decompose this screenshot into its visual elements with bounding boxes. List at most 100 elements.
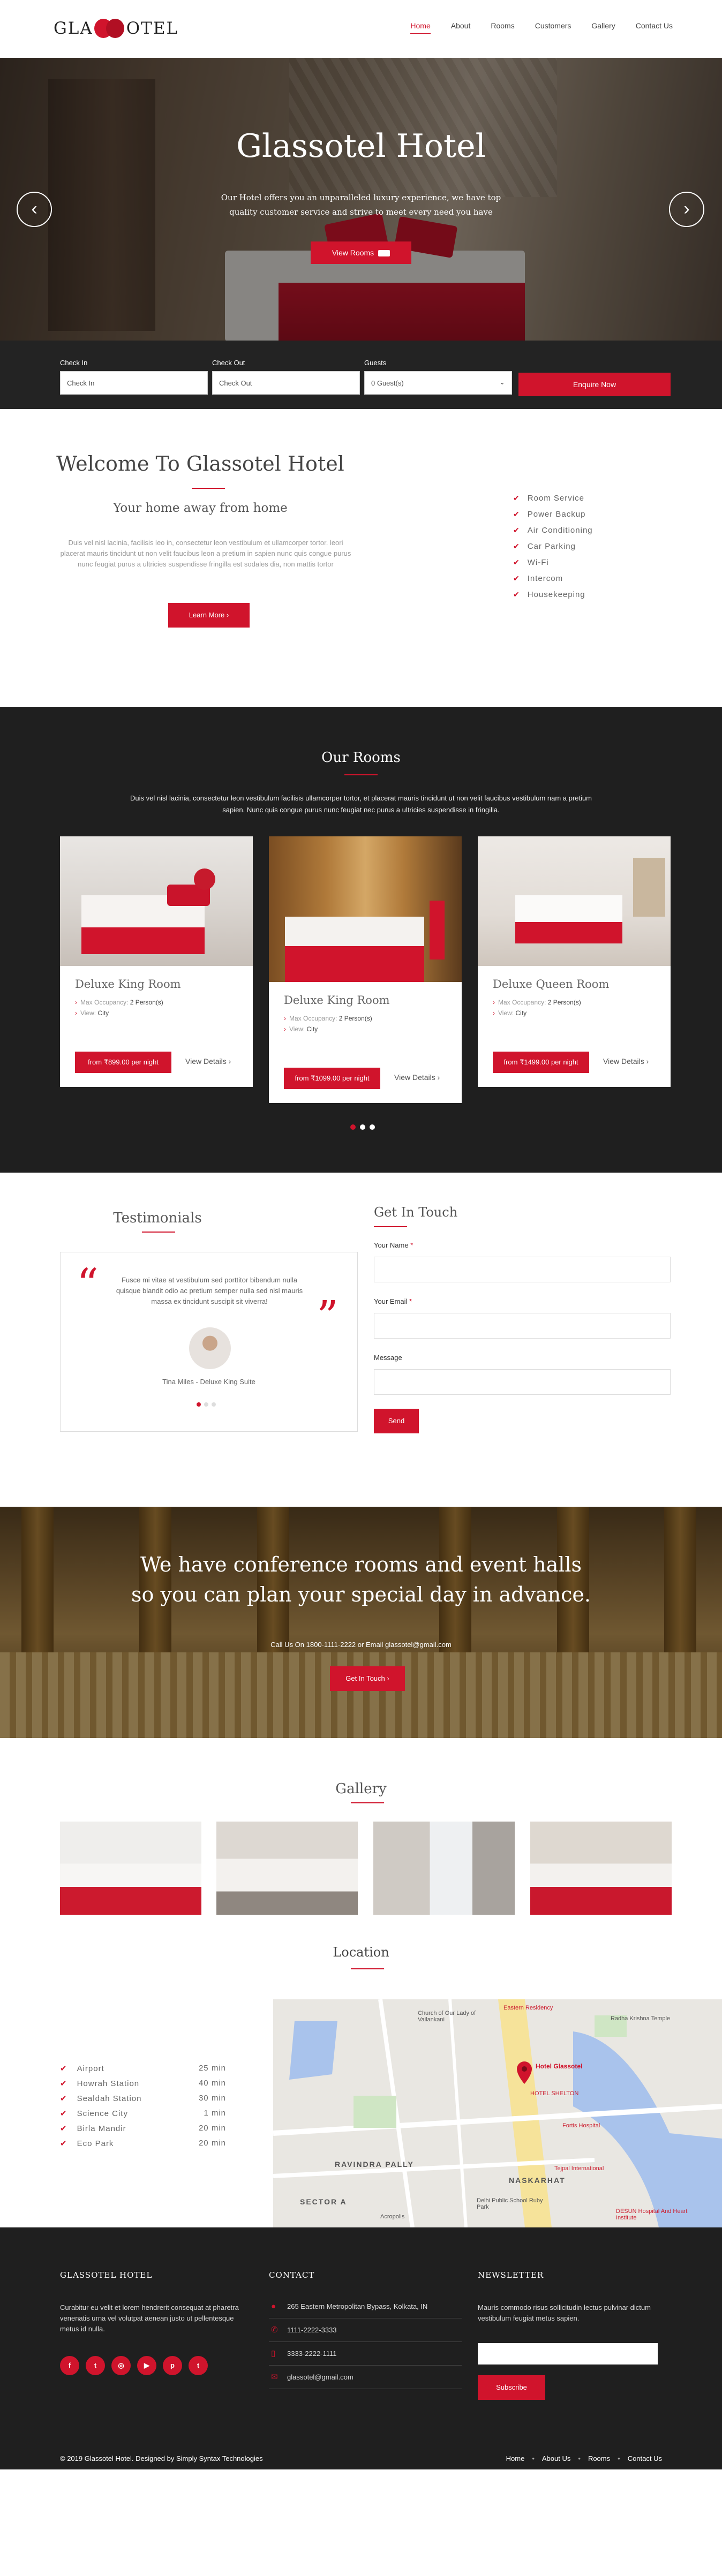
map-label: Church of Our Lady of Vailankani	[418, 2010, 476, 2023]
get-in-touch-button[interactable]: Get In Touch ›	[330, 1666, 405, 1691]
nav-rooms[interactable]: Rooms	[491, 21, 514, 34]
nav-gallery[interactable]: Gallery	[591, 21, 615, 34]
footer-link-rooms[interactable]: Rooms	[588, 2454, 610, 2462]
check-icon: ✔	[513, 510, 520, 518]
newsletter-input[interactable]	[478, 2343, 658, 2365]
message-field[interactable]	[374, 1369, 671, 1395]
room-price-button[interactable]: from ₹899.00 per night	[75, 1052, 171, 1073]
checkout-input[interactable]: Check Out	[212, 371, 360, 395]
checkin-label: Check In	[60, 359, 88, 367]
checkin-input[interactable]: Check In	[60, 371, 208, 395]
rooms-section: Our Rooms Duis vel nisl lacinia, consect…	[0, 707, 722, 1173]
logo[interactable]: GLA OTEL	[54, 18, 178, 39]
room-image[interactable]	[478, 836, 671, 966]
pinterest-icon[interactable]: p	[163, 2356, 182, 2375]
phone-row[interactable]: ✆ 1111-2222-3333	[269, 2318, 462, 2342]
chevron-right-icon: ›	[284, 1015, 286, 1022]
view-details-link[interactable]: View Details ›	[603, 1057, 649, 1066]
occupancy-label: Max Occupancy:	[498, 999, 546, 1006]
send-button[interactable]: Send	[374, 1409, 419, 1433]
occupancy-value: 2 Person(s)	[339, 1015, 372, 1022]
carousel-dot[interactable]	[370, 1124, 375, 1130]
nav-home[interactable]: Home	[410, 21, 431, 34]
main-nav: Home About Rooms Customers Gallery Conta…	[410, 21, 673, 34]
quote-open-icon: “	[77, 1259, 99, 1309]
room-price-button[interactable]: from ₹1099.00 per night	[284, 1068, 380, 1089]
room-name: Deluxe King Room	[75, 978, 181, 991]
footer-contact-title: CONTACT	[269, 2270, 315, 2280]
view-value: City	[515, 1009, 527, 1017]
check-icon: ✔	[513, 526, 520, 534]
room-price-button[interactable]: from ₹1499.00 per night	[493, 1052, 589, 1073]
room-card[interactable]: Deluxe King Room › Max Occupancy: 2 Perso…	[60, 836, 253, 1087]
guests-select[interactable]: 0 Guest(s) ⌄	[364, 371, 512, 395]
subscribe-button[interactable]: Subscribe	[478, 2375, 545, 2400]
gallery-image[interactable]	[373, 1822, 515, 1915]
logo-mark-icon	[94, 18, 125, 39]
learn-more-button[interactable]: Learn More ›	[168, 603, 250, 628]
footer-about: GLASSOTEL HOTEL Curabitur eu velit et lo…	[60, 2270, 253, 2375]
message-label: Message	[374, 1354, 402, 1362]
enquire-now-button[interactable]: Enquire Now	[518, 373, 671, 396]
prev-slide-icon[interactable]: ‹	[17, 192, 52, 227]
checkin-group: Check In Check In	[60, 359, 208, 395]
distance-item: ✔ Airport 25 min	[60, 2064, 226, 2073]
avatar	[189, 1327, 231, 1369]
view-rooms-label: View Rooms	[332, 248, 374, 257]
view-details-link[interactable]: View Details ›	[394, 1073, 440, 1082]
testimonial-card: “ ” Fusce mi vitae at vestibulum sed por…	[60, 1252, 358, 1432]
footer-link-home[interactable]: Home	[506, 2454, 525, 2462]
testimonial-author: Tina Miles - Deluxe King Suite	[162, 1378, 255, 1386]
booking-bar: Check In Check In Check Out Check Out Gu…	[0, 341, 722, 409]
tumblr-icon[interactable]: t	[189, 2356, 208, 2375]
distance-item: ✔ Science City 1 min	[60, 2109, 226, 2118]
name-field[interactable]	[374, 1257, 671, 1282]
testimonials-title: Testimonials	[113, 1210, 202, 1226]
room-name: Deluxe King Room	[284, 994, 390, 1007]
footer-about-title: GLASSOTEL HOTEL	[60, 2270, 153, 2280]
nav-contact[interactable]: Contact Us	[636, 21, 673, 34]
carousel-dot[interactable]	[360, 1124, 365, 1130]
gallery-image[interactable]	[60, 1822, 201, 1915]
room-image[interactable]	[269, 836, 462, 982]
testimonial-quote: Fusce mi vitae at vestibulum sed porttit…	[116, 1276, 303, 1305]
next-slide-icon[interactable]: ›	[669, 192, 704, 227]
twitter-icon[interactable]: t	[86, 2356, 105, 2375]
amenity-item: ✔ Car Parking	[513, 542, 576, 551]
view-rooms-button[interactable]: View Rooms	[311, 241, 411, 264]
gallery-image[interactable]	[216, 1822, 358, 1915]
chevron-right-icon: ›	[493, 999, 495, 1006]
nav-customers[interactable]: Customers	[535, 21, 571, 34]
phone-row[interactable]: ▯ 3333-2222-1111	[269, 2342, 462, 2366]
occupancy-label: Max Occupancy:	[80, 999, 129, 1006]
gallery-image[interactable]	[530, 1822, 672, 1915]
carousel-dot[interactable]	[212, 1402, 216, 1407]
footer-link-about[interactable]: About Us	[542, 2454, 570, 2462]
email-row[interactable]: ✉ glassotel@gmail.com	[269, 2366, 462, 2389]
room-card[interactable]: Deluxe King Room › Max Occupancy: 2 Perso…	[269, 836, 462, 1103]
instagram-icon[interactable]: ◎	[111, 2356, 131, 2375]
chevron-down-icon: ⌄	[499, 378, 505, 386]
room-card[interactable]: Deluxe Queen Room › Max Occupancy: 2 Pers…	[478, 836, 671, 1087]
chevron-right-icon: ›	[493, 1009, 495, 1017]
carousel-dot[interactable]	[350, 1124, 356, 1130]
footer-link-contact[interactable]: Contact Us	[628, 2454, 662, 2462]
map[interactable]: Hotel Glassotel Eastern Residency Church…	[273, 1999, 722, 2227]
footer: GLASSOTEL HOTEL Curabitur eu velit et lo…	[0, 2227, 722, 2469]
check-icon: ✔	[60, 2109, 67, 2118]
view-details-link[interactable]: View Details ›	[185, 1057, 231, 1066]
carousel-dot[interactable]	[197, 1402, 201, 1407]
room-name: Deluxe Queen Room	[493, 978, 610, 991]
youtube-icon[interactable]: ▶	[137, 2356, 156, 2375]
carousel-dot[interactable]	[204, 1402, 208, 1407]
nav-about[interactable]: About	[451, 21, 471, 34]
welcome-subtitle: Your home away from home	[113, 501, 288, 515]
name-label: Your Name *	[374, 1241, 413, 1249]
occupancy-value: 2 Person(s)	[130, 999, 163, 1006]
chevron-right-icon: ›	[284, 1025, 286, 1033]
email-field[interactable]	[374, 1313, 671, 1339]
room-image[interactable]	[60, 836, 253, 966]
testimonials-contact-section: Testimonials “ ” Fusce mi vitae at vesti…	[0, 1173, 722, 1507]
facebook-icon[interactable]: f	[60, 2356, 79, 2375]
view-label: View:	[289, 1025, 305, 1033]
